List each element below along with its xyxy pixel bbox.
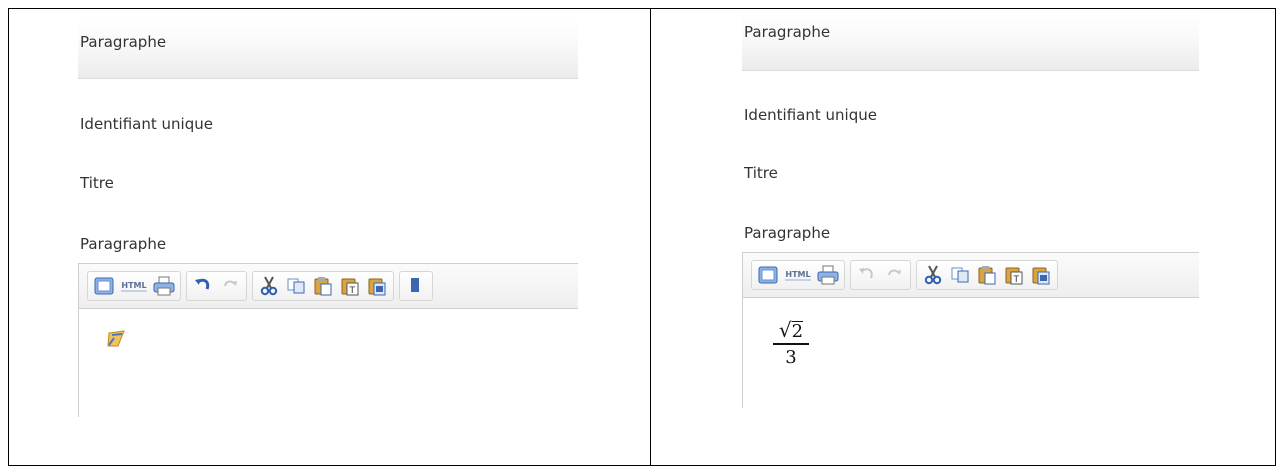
document-tools-group: HTML bbox=[751, 260, 845, 290]
html-label: HTML bbox=[121, 280, 147, 292]
title-label: Titre bbox=[744, 164, 778, 182]
editor-toolbar: HTML T bbox=[742, 252, 1199, 298]
undo-icon[interactable] bbox=[855, 264, 879, 286]
paste-text-icon[interactable]: T bbox=[1002, 264, 1026, 286]
editor-toolbar: HTML T bbox=[78, 263, 578, 309]
html-icon[interactable]: HTML bbox=[119, 275, 149, 297]
history-tools-group bbox=[186, 271, 247, 301]
undo-icon[interactable] bbox=[191, 275, 215, 297]
redo-icon[interactable] bbox=[882, 264, 906, 286]
copy-icon[interactable] bbox=[948, 264, 972, 286]
document-tools-group: HTML bbox=[87, 271, 181, 301]
paste-icon[interactable] bbox=[311, 275, 335, 297]
editor-panel-before: Paragraphe Identifiant unique Titre Para… bbox=[78, 17, 578, 417]
more-tools-group bbox=[399, 271, 433, 301]
clipboard-tools-group: T bbox=[252, 271, 394, 301]
svg-text:T: T bbox=[349, 286, 356, 296]
fraction-denominator: 3 bbox=[785, 346, 797, 368]
paste-icon[interactable] bbox=[975, 264, 999, 286]
unique-id-label: Identifiant unique bbox=[744, 106, 877, 124]
panel-divider bbox=[650, 8, 651, 466]
fraction-bar bbox=[773, 343, 809, 345]
paragraph-label: Paragraphe bbox=[744, 224, 831, 242]
title-label: Titre bbox=[80, 174, 114, 192]
html-label: HTML bbox=[785, 269, 811, 281]
paste-word-icon[interactable] bbox=[365, 275, 389, 297]
paste-text-icon[interactable]: T bbox=[338, 275, 362, 297]
cut-icon[interactable] bbox=[257, 275, 281, 297]
square-root-symbol: √ bbox=[778, 318, 792, 342]
paragraph-label: Paragraphe bbox=[80, 235, 167, 253]
source-icon[interactable] bbox=[92, 275, 116, 297]
svg-text:T: T bbox=[1013, 275, 1020, 285]
clipboard-tools-group: T bbox=[916, 260, 1058, 290]
find-icon[interactable] bbox=[404, 275, 428, 297]
section-header: Paragraphe bbox=[78, 17, 578, 79]
formula-edit-icon[interactable] bbox=[106, 329, 128, 353]
math-fraction[interactable]: √ 2 3 bbox=[773, 320, 809, 368]
source-icon[interactable] bbox=[756, 264, 780, 286]
cut-icon[interactable] bbox=[921, 264, 945, 286]
editor-panel-after: Paragraphe Identifiant unique Titre Para… bbox=[742, 11, 1199, 411]
fraction-numerator: √ 2 bbox=[777, 320, 805, 341]
section-header: Paragraphe bbox=[742, 11, 1199, 71]
redo-icon[interactable] bbox=[218, 275, 242, 297]
history-tools-group bbox=[850, 260, 911, 290]
editor-content-area[interactable] bbox=[78, 309, 578, 417]
print-icon[interactable] bbox=[816, 264, 840, 286]
paste-word-icon[interactable] bbox=[1029, 264, 1053, 286]
copy-icon[interactable] bbox=[284, 275, 308, 297]
radicand: 2 bbox=[791, 321, 804, 342]
print-icon[interactable] bbox=[152, 275, 176, 297]
html-icon[interactable]: HTML bbox=[783, 264, 813, 286]
unique-id-label: Identifiant unique bbox=[80, 115, 213, 133]
editor-content-area[interactable]: √ 2 3 bbox=[742, 298, 1199, 408]
